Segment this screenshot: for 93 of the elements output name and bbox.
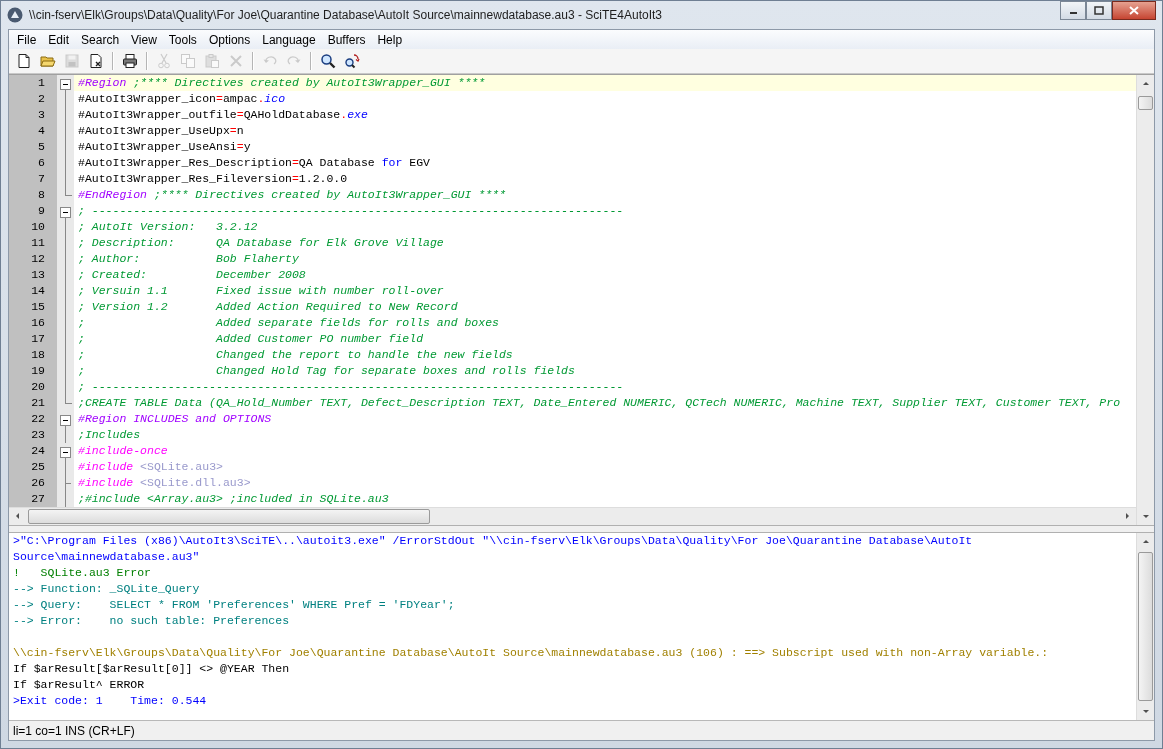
line-number: 27 (9, 491, 57, 507)
line-number: 1 (9, 75, 57, 91)
line-number: 13 (9, 267, 57, 283)
menu-item[interactable]: Buffers (321, 30, 372, 49)
maximize-icon (1094, 6, 1104, 15)
maximize-button[interactable] (1086, 1, 1112, 20)
scrollbar-thumb[interactable] (28, 509, 430, 524)
menu-item[interactable]: File (11, 30, 43, 49)
output-line: --> Function: _SQLite_Query (13, 581, 201, 597)
output-line: --> Error: no such table: Preferences (13, 613, 291, 629)
line-number: 8 (9, 187, 57, 203)
menu-item[interactable]: View (125, 30, 163, 49)
line-number: 11 (9, 235, 57, 251)
app-icon (7, 7, 23, 23)
code-line: ; Versuin 1.1 Fixed issue with number roll-over (77, 283, 445, 299)
line-number: 25 (9, 459, 57, 475)
caret-up-icon (1141, 537, 1150, 546)
fold-toggle[interactable] (60, 446, 71, 457)
line-number: 14 (9, 283, 57, 299)
menu-item[interactable]: Options (202, 30, 257, 49)
code-line: ; Author: Bob Flaherty (77, 251, 300, 267)
caret-down-icon (1141, 512, 1150, 521)
code-line: ; Added Customer PO number field (77, 331, 425, 347)
code-line: #EndRegion ;**** Directives created by AutoIt3Wrapper_GUI **** (77, 187, 507, 203)
line-number: 7 (9, 171, 57, 187)
code-line: #AutoIt3Wrapper_Res_Description=QA Database for EGV (77, 155, 431, 171)
line-number: 23 (9, 427, 57, 443)
output-line: Source\mainnewdatabase.au3" (13, 549, 201, 565)
fold-toggle[interactable] (60, 414, 71, 425)
line-number: 17 (9, 331, 57, 347)
code-line: ; Description: QA Database for Elk Grove Village (77, 235, 445, 251)
close-icon (1129, 6, 1139, 15)
output-line: \\cin-fserv\Elk\Groups\Data\Quality\For Joe\Quarantine Database\AutoIt Source\mainnewdatabase.au3 (106) : ==> Subscript used with non-Array variable.: (13, 645, 1050, 661)
code-line: ; ----------------------------------------------------------------------------- (77, 203, 625, 219)
code-line: ; Added separate fields for rolls and boxes (77, 315, 500, 331)
code-line: ; ----------------------------------------------------------------------------- (77, 379, 625, 395)
code-line: ; AutoIt Version: 3.2.12 (77, 219, 259, 235)
output-line: If $arResult^ ERROR (13, 677, 146, 693)
minimize-button[interactable] (1060, 1, 1086, 20)
line-number: 5 (9, 139, 57, 155)
code-line: ; Changed the report to handle the new fields (77, 347, 514, 363)
line-number: 10 (9, 219, 57, 235)
code-line: #AutoIt3Wrapper_UseUpx=n (77, 123, 245, 139)
window-title: \\cin-fserv\Elk\Groups\Data\Quality\For Joe\Quarantine Database\AutoIt Source\mainnewdatabase.au3 - SciTE4AutoIt3 (29, 8, 663, 22)
menu-item[interactable]: Edit (42, 30, 76, 49)
output-line: >Exit code: 1 Time: 0.544 (13, 693, 208, 709)
menu-item[interactable]: Tools (162, 30, 203, 49)
code-line: #AutoIt3Wrapper_icon=ampac.ico (77, 91, 287, 107)
output-line: >"C:\Program Files (x86)\AutoIt3\SciTE\..\autoit3.exe" /ErrorStdOut "\\cin-fserv\Elk\Groups\Data\Quality\For Joe\Quarantine Database\AutoIt (13, 533, 974, 549)
close-button[interactable] (1112, 1, 1156, 20)
code-line: #AutoIt3Wrapper_UseAnsi=y (77, 139, 252, 155)
output-line: ! SQLite.au3 Error (13, 565, 153, 581)
line-number: 3 (9, 107, 57, 123)
line-number: 6 (9, 155, 57, 171)
caret-down-icon (1141, 707, 1150, 716)
code-line: ; Created: December 2008 (77, 267, 307, 283)
scrollbar-thumb[interactable] (1138, 96, 1153, 110)
code-line: #include <SQLite.dll.au3> (77, 475, 252, 491)
line-number: 19 (9, 363, 57, 379)
code-line: #Region INCLUDES and OPTIONS (77, 411, 273, 427)
caret-up-icon (1141, 79, 1150, 88)
line-number: 26 (9, 475, 57, 491)
splitter[interactable] (9, 525, 1154, 533)
line-number: 12 (9, 251, 57, 267)
scrollbar-thumb[interactable] (1138, 552, 1153, 701)
line-number: 4 (9, 123, 57, 139)
menu-item[interactable]: Search (75, 30, 126, 49)
line-number: 24 (9, 443, 57, 459)
line-number: 20 (9, 379, 57, 395)
line-number: 18 (9, 347, 57, 363)
code-line: ;Includes (77, 427, 142, 443)
line-number: 22 (9, 411, 57, 427)
line-number: 16 (9, 315, 57, 331)
code-line: #include-once (77, 443, 169, 459)
code-line: ; Changed Hold Tag for separate boxes and rolls fields (77, 363, 576, 379)
fold-toggle[interactable] (60, 78, 71, 89)
menu-item[interactable]: Language (256, 30, 322, 49)
status-bar: li=1 co=1 INS (CR+LF) (9, 720, 1154, 740)
code-line: ;#include <Array.au3> ;included in SQLite.au3 (77, 491, 390, 507)
code-line: ;CREATE TABLE Data (QA_Hold_Number TEXT, Defect_Description TEXT, Date_Entered NUMERIC, QCTech NUMERIC, Machine TEXT, Supplier TEXT, Customer TEXT, Pro (77, 395, 1122, 411)
line-number: 9 (9, 203, 57, 219)
fold-toggle[interactable] (60, 206, 71, 217)
code-line: #AutoIt3Wrapper_outfile=QAHoldDatabase.exe (77, 107, 369, 123)
line-number: 15 (9, 299, 57, 315)
code-line: #AutoIt3Wrapper_Res_Fileversion=1.2.0.0 (77, 171, 349, 187)
caret-right-icon (1123, 512, 1132, 521)
line-number: 21 (9, 395, 57, 411)
code-line: #include <SQLite.au3> (77, 459, 224, 475)
output-line: --> Query: SELECT * FROM 'Preferences' WHERE Pref = 'FDYear'; (13, 597, 456, 613)
line-number: 2 (9, 91, 57, 107)
code-line: ; Version 1.2 Added Action Required to New Record (77, 299, 459, 315)
output-line: If $arResult[$arResult[0]] <> @YEAR Then (13, 661, 291, 677)
menu-item[interactable]: Help (371, 30, 409, 49)
